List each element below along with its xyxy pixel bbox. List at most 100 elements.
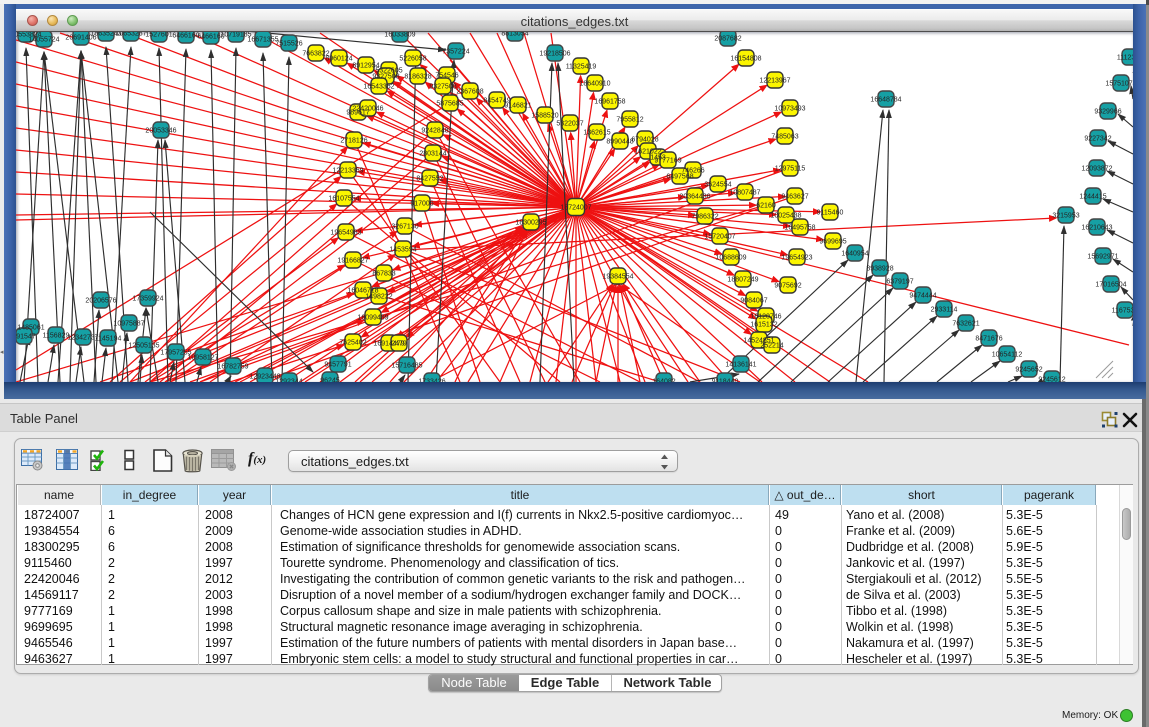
- svg-text:22420046: 22420046: [352, 105, 383, 112]
- svg-text:164082: 164082: [652, 378, 675, 382]
- svg-text:17016504: 17016504: [1095, 281, 1126, 288]
- svg-text:7955812: 7955812: [616, 116, 643, 123]
- svg-text:62160: 62160: [756, 202, 776, 209]
- svg-text:19654983: 19654983: [330, 229, 361, 236]
- svg-text:2479: 2479: [391, 340, 407, 347]
- svg-text:18807249: 18807249: [727, 276, 758, 283]
- svg-text:16033809: 16033809: [384, 32, 415, 38]
- svg-text:6794028: 6794028: [631, 136, 658, 143]
- svg-text:18724007: 18724007: [560, 204, 591, 211]
- svg-text:7485063: 7485063: [771, 133, 798, 140]
- svg-text:2087682: 2087682: [714, 35, 741, 42]
- svg-text:8471676: 8471676: [975, 335, 1002, 342]
- svg-text:7632621: 7632621: [952, 320, 979, 327]
- svg-text:6379197: 6379197: [886, 278, 913, 285]
- svg-text:9329966: 9329966: [1094, 108, 1121, 115]
- svg-text:16099489: 16099489: [357, 314, 388, 321]
- svg-text:9327508: 9327508: [429, 83, 456, 90]
- svg-text:19384554: 19384554: [602, 273, 633, 280]
- svg-text:10958127: 10958127: [187, 354, 218, 361]
- svg-text:2718126: 2718126: [340, 137, 367, 144]
- svg-text:1453594: 1453594: [389, 246, 416, 253]
- svg-text:9245652: 9245652: [1015, 366, 1042, 373]
- svg-text:17359924: 17359924: [132, 295, 163, 302]
- svg-text:15716485: 15716485: [391, 362, 422, 369]
- svg-text:7625402: 7625402: [339, 339, 366, 346]
- svg-text:1292344: 1292344: [275, 378, 302, 382]
- svg-text:16671355: 16671355: [247, 36, 278, 43]
- svg-text:16210643: 16210643: [1081, 224, 1112, 231]
- svg-text:9242848: 9242848: [421, 127, 448, 134]
- svg-text:9115460: 9115460: [817, 209, 844, 216]
- svg-text:8813054: 8813054: [501, 32, 528, 37]
- svg-text:9075692: 9075692: [774, 282, 801, 289]
- svg-text:15720407: 15720407: [704, 233, 735, 240]
- svg-text:16782759: 16782759: [217, 363, 248, 370]
- svg-text:10688609: 10688609: [715, 254, 746, 261]
- svg-text:10973493: 10973493: [774, 105, 805, 112]
- svg-text:10975887: 10975887: [113, 320, 144, 327]
- svg-text:20364436: 20364436: [679, 193, 710, 200]
- svg-text:7515526: 7515526: [275, 40, 302, 47]
- svg-text:1145194: 1145194: [95, 335, 122, 342]
- svg-text:8990448: 8990448: [606, 138, 633, 145]
- svg-text:5875685: 5875685: [436, 100, 463, 107]
- svg-text:14055724: 14055724: [28, 36, 59, 43]
- svg-text:5226058: 5226058: [399, 55, 426, 62]
- svg-text:16495758: 16495758: [784, 224, 815, 231]
- svg-text:18300295: 18300295: [515, 219, 546, 226]
- svg-text:9245612: 9245612: [1038, 376, 1065, 382]
- svg-text:2803144: 2803144: [419, 150, 446, 157]
- svg-text:8938928: 8938928: [866, 265, 893, 272]
- svg-text:1498222: 1498222: [365, 293, 392, 300]
- svg-text:12213967: 12213967: [759, 77, 790, 84]
- svg-text:1588520: 1588520: [531, 112, 558, 119]
- svg-text:3624554: 3624554: [704, 181, 731, 188]
- svg-text:9146821: 9146821: [504, 102, 531, 109]
- svg-text:16107554: 16107554: [328, 195, 359, 202]
- svg-text:16154808: 16154808: [730, 55, 761, 62]
- svg-text:3215953: 3215953: [1052, 212, 1079, 219]
- svg-text:1640954: 1640954: [841, 250, 868, 257]
- svg-text:12505135: 12505135: [128, 342, 159, 349]
- svg-text:10653287: 10653287: [115, 32, 146, 37]
- svg-text:2367608: 2367608: [456, 88, 483, 95]
- svg-text:9777169: 9777169: [654, 157, 681, 164]
- svg-text:20206576: 20206576: [85, 297, 116, 304]
- svg-text:6497568: 6497568: [666, 173, 693, 180]
- svg-text:9699695: 9699695: [819, 238, 846, 245]
- svg-text:16543362: 16543362: [363, 83, 394, 90]
- svg-text:1733426: 1733426: [418, 378, 445, 382]
- svg-text:3267130: 3267130: [391, 223, 418, 230]
- svg-text:19654923: 19654923: [781, 254, 812, 261]
- svg-text:12975115: 12975115: [775, 165, 806, 172]
- svg-text:8427552: 8427552: [416, 175, 443, 182]
- svg-text:1527601: 1527601: [145, 32, 172, 38]
- svg-text:867833: 867833: [372, 270, 395, 277]
- svg-text:9327508: 9327508: [372, 73, 399, 80]
- svg-text:96245: 96245: [320, 377, 340, 382]
- svg-text:10025438: 10025438: [770, 212, 801, 219]
- svg-text:10654112: 10654112: [992, 351, 1023, 358]
- svg-text:8960124: 8960124: [325, 55, 352, 62]
- svg-text:14136141: 14136141: [725, 361, 756, 368]
- svg-text:1156829: 1156829: [43, 332, 70, 339]
- svg-text:1244415: 1244415: [1079, 193, 1106, 200]
- svg-text:252214: 252214: [760, 342, 783, 349]
- svg-text:15692971: 15692971: [1087, 253, 1118, 260]
- svg-text:1615132: 1615132: [750, 321, 777, 328]
- svg-text:12093872: 12093872: [1081, 165, 1112, 172]
- svg-text:16961758: 16961758: [594, 98, 625, 105]
- svg-text:9457791: 9457791: [324, 361, 351, 368]
- svg-text:19166827: 19166827: [337, 257, 368, 264]
- svg-text:9463627: 9463627: [781, 193, 808, 200]
- svg-text:12213369: 12213369: [332, 167, 363, 174]
- svg-text:1362615: 1362615: [583, 129, 610, 136]
- svg-text:18640910: 18640910: [579, 80, 610, 87]
- svg-text:7986322: 7986322: [691, 213, 718, 220]
- svg-text:20053346: 20053346: [145, 127, 176, 134]
- svg-text:10807487: 10807487: [729, 189, 760, 196]
- svg-text:1112345: 1112345: [1117, 54, 1133, 61]
- svg-text:15751074: 15751074: [1105, 80, 1133, 87]
- svg-text:16648784: 16648784: [870, 96, 901, 103]
